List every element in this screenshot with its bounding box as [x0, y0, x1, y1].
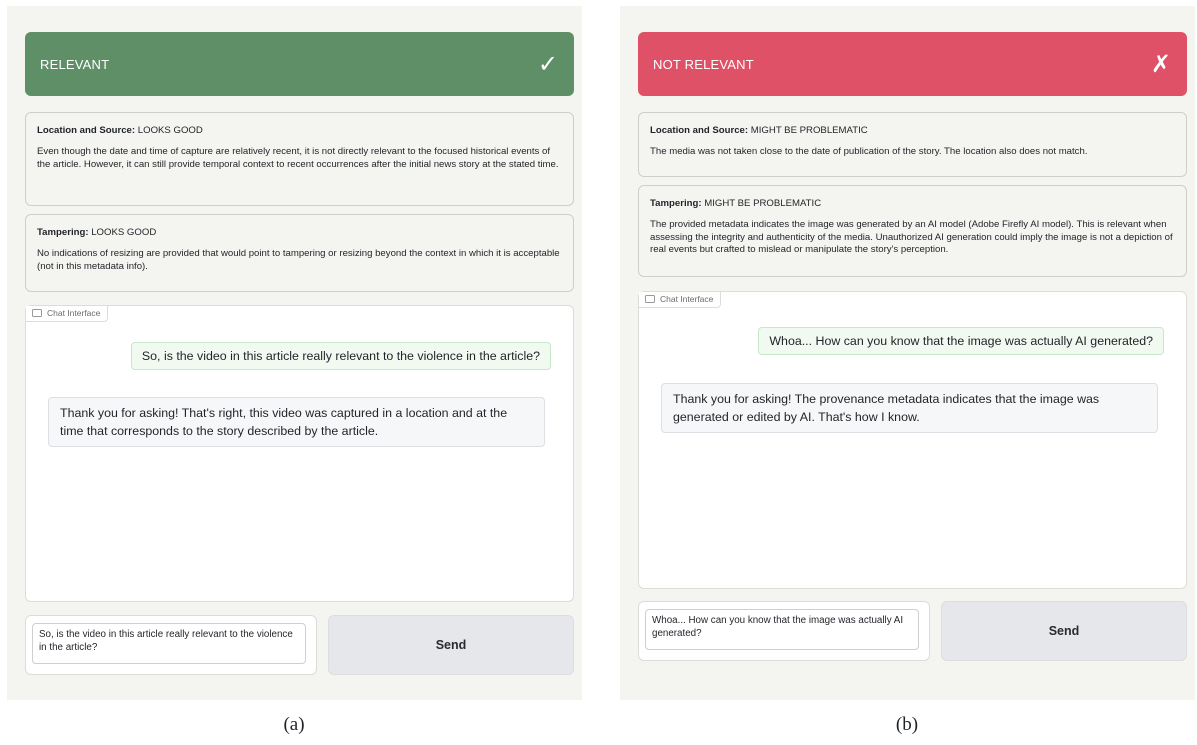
chat-interface-tab: Chat Interface: [639, 292, 722, 308]
card-status: MIGHT BE PROBLEMATIC: [704, 198, 822, 209]
panel-b: NOT RELEVANT ✗ Location and Source: MIGH…: [620, 6, 1195, 700]
chat-tab-label: Chat Interface: [660, 294, 714, 304]
chat-interface[interactable]: Chat Interface So, is the video in this …: [25, 305, 574, 602]
panel-a: RELEVANT ✓ Location and Source: LOOKS GO…: [7, 6, 582, 700]
card-body: Even though the date and time of capture…: [37, 146, 559, 170]
send-button[interactable]: Send: [941, 601, 1187, 661]
card-body: The provided metadata indicates the imag…: [650, 219, 1173, 256]
card-title: Location and Source:: [650, 125, 749, 136]
panel-caption-b: (b): [895, 714, 919, 735]
chat-input-container: Whoa... How can you know that the image …: [638, 601, 930, 661]
card-title: Location and Source:: [37, 125, 136, 136]
user-message: Whoa... How can you know that the image …: [758, 327, 1164, 355]
card-status: MIGHT BE PROBLEMATIC: [750, 125, 868, 136]
chat-bubble-icon: [645, 295, 655, 303]
bot-message: Thank you for asking! That's right, this…: [48, 397, 545, 447]
chat-input-container: So, is the video in this article really …: [25, 615, 317, 675]
chat-bubble-icon: [32, 309, 42, 317]
relevance-label: NOT RELEVANT: [653, 56, 754, 72]
tampering-card: Tampering: LOOKS GOOD No indications of …: [25, 214, 574, 292]
panel-caption-a: (a): [283, 714, 305, 735]
cross-icon: ✗: [1150, 50, 1171, 78]
card-title: Tampering:: [37, 227, 89, 238]
location-source-card: Location and Source: MIGHT BE PROBLEMATI…: [638, 112, 1187, 177]
chat-tab-label: Chat Interface: [47, 308, 101, 318]
relevance-banner: NOT RELEVANT ✗: [638, 32, 1187, 96]
chat-interface-tab: Chat Interface: [26, 306, 109, 322]
bot-message: Thank you for asking! The provenance met…: [661, 383, 1158, 433]
send-button[interactable]: Send: [328, 615, 574, 675]
chat-interface[interactable]: Chat Interface Whoa... How can you know …: [638, 291, 1187, 589]
location-source-card: Location and Source: LOOKS GOOD Even tho…: [25, 112, 574, 206]
card-title: Tampering:: [650, 198, 702, 209]
card-body: No indications of resizing are provided …: [37, 248, 560, 272]
chat-input[interactable]: Whoa... How can you know that the image …: [645, 609, 919, 650]
card-status: LOOKS GOOD: [137, 125, 203, 136]
card-status: LOOKS GOOD: [91, 227, 157, 238]
card-body: The media was not taken close to the dat…: [650, 146, 1088, 158]
tampering-card: Tampering: MIGHT BE PROBLEMATIC The prov…: [638, 185, 1187, 277]
check-icon: ✓: [537, 50, 558, 78]
relevance-banner: RELEVANT ✓: [25, 32, 574, 96]
relevance-label: RELEVANT: [40, 56, 110, 72]
chat-input[interactable]: So, is the video in this article really …: [32, 623, 306, 664]
user-message: So, is the video in this article really …: [130, 342, 551, 370]
